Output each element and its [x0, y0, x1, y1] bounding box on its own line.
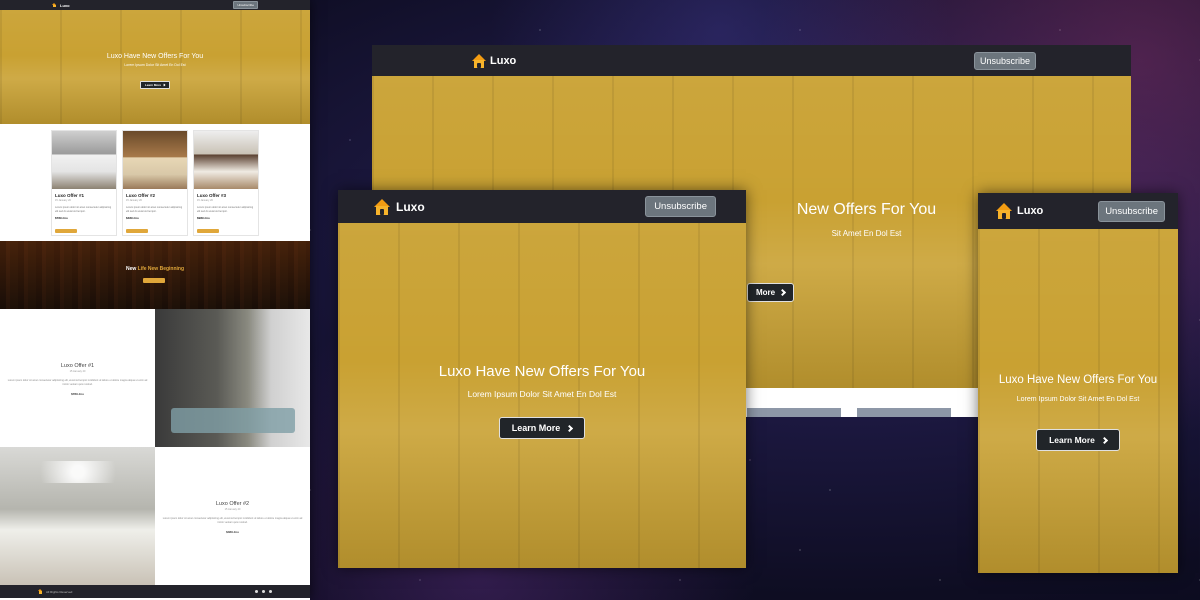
tablet-learn-more-label: Learn More — [511, 423, 561, 433]
footer-social-links — [255, 590, 272, 593]
desktop-navbar: Luxo Unsubscribe — [372, 45, 1131, 76]
offer-title: Luxo Offer #1 — [55, 193, 85, 198]
desktop-brand[interactable]: Luxo — [472, 53, 517, 68]
feature-price: $489 /mo — [226, 529, 239, 534]
feature-text: Luxo Offer #1 15 January 20 Lorem ipsum … — [0, 309, 155, 447]
mobile-learn-more-button[interactable]: Learn More — [1036, 429, 1120, 451]
feature-date: 15 January 20 — [224, 508, 241, 511]
offer-desc: Lorem ipsum dolor sit amet consectetur a… — [126, 206, 183, 213]
mobile-unsubscribe-button[interactable]: Unsubscribe — [1098, 200, 1165, 222]
fp-hero: Luxo Have New Offers For You Lorem Ipsum… — [0, 10, 310, 124]
tablet-learn-more-button[interactable]: Learn More — [498, 417, 586, 439]
offer-card: Luxo Offer #2 15 January 20 Lorem ipsum … — [122, 130, 188, 236]
banner-title-pre: New — [125, 266, 137, 272]
offer-date: 15 January 20 — [55, 199, 71, 202]
feature-price: $789 /mo — [71, 391, 84, 396]
fp-offer-cards: Luxo Offer #1 15 January 20 Lorem ipsum … — [0, 124, 310, 241]
desktop-card-peek — [747, 408, 841, 417]
feature-desc: Lorem ipsum dolor sit amet consectetur a… — [162, 517, 303, 524]
mobile-hero-title: Luxo Have New Offers For You — [998, 374, 1158, 386]
feature-desc: Lorem ipsum dolor sit amet consectetur a… — [7, 379, 148, 386]
mobile-brand-name: Luxo — [1017, 205, 1044, 217]
feature-title: Luxo Offer #1 — [60, 363, 95, 369]
chevron-right-icon — [1100, 436, 1108, 444]
footer-copyright: All Rights Reserved — [46, 589, 73, 594]
fp-learn-more-button[interactable]: Learn More — [139, 81, 171, 89]
social-icon[interactable] — [255, 590, 258, 593]
fp-hero-title: Luxo Have New Offers For You — [106, 53, 204, 60]
fp-feature-row-1: Luxo Offer #1 15 January 20 Lorem ipsum … — [0, 309, 310, 447]
social-icon[interactable] — [269, 590, 272, 593]
house-logo-icon — [996, 203, 1012, 219]
desktop-unsubscribe-button[interactable]: Unsubscribe — [973, 51, 1036, 70]
offer-date: 15 January 20 — [126, 199, 142, 202]
mobile-navbar: Luxo Unsubscribe — [978, 193, 1178, 229]
tablet-unsubscribe-button[interactable]: Unsubscribe — [645, 196, 716, 217]
banner-button[interactable] — [143, 278, 165, 283]
book-now-button[interactable] — [126, 229, 148, 233]
offer-desc: Lorem ipsum dolor sit amet consectetur a… — [197, 206, 254, 213]
banner-title-accent: Life New — [137, 266, 159, 272]
offer-image — [123, 131, 187, 189]
tablet-hero-subtitle: Lorem Ipsum Dolor Sit Amet En Dol Est — [467, 389, 617, 399]
offer-title: Luxo Offer #2 — [126, 193, 156, 198]
house-logo-icon — [38, 589, 43, 594]
offer-price: $489 /mo — [126, 216, 139, 220]
tablet-hero-title: Luxo Have New Offers For You — [438, 363, 646, 380]
chevron-right-icon — [779, 288, 787, 297]
offer-price: $789 /mo — [55, 216, 68, 220]
house-logo-icon — [374, 198, 390, 215]
mobile-hero: Luxo Have New Offers For You Lorem Ipsum… — [978, 229, 1178, 573]
fp-forest-banner: New Life New Beginning — [0, 241, 310, 309]
offer-desc: Lorem ipsum dolor sit amet consectetur a… — [55, 206, 112, 213]
offer-card: Luxo Offer #3 15 January 20 Lorem ipsum … — [193, 130, 259, 236]
book-now-button[interactable] — [55, 229, 77, 233]
mobile-preview: Luxo Unsubscribe Luxo Have New Offers Fo… — [978, 193, 1178, 573]
desktop-brand-name: Luxo — [490, 54, 517, 67]
book-now-button[interactable] — [197, 229, 219, 233]
banner-title: New Life New Beginning — [0, 266, 310, 272]
tablet-preview: Luxo Unsubscribe Luxo Have New Offers Fo… — [338, 190, 746, 568]
fp-learn-more-label: Learn More — [144, 83, 162, 87]
feature-text: Luxo Offer #2 15 January 20 Lorem ipsum … — [155, 447, 310, 585]
offer-image — [194, 131, 258, 189]
feature-date: 15 January 20 — [69, 370, 86, 373]
fp-hero-subtitle: Lorem Ipsum Dolor Sit Amet En Dol Est — [124, 63, 186, 67]
fp-footer: All Rights Reserved — [0, 585, 310, 598]
banner-title-post: Beginning — [159, 266, 185, 272]
offer-title: Luxo Offer #3 — [197, 193, 227, 198]
feature-image-bedroom — [0, 447, 155, 585]
desktop-learn-more-label: More — [756, 288, 776, 297]
desktop-card-peek — [857, 408, 951, 417]
fp-navbar: Luxo Unsubscribe — [0, 0, 310, 10]
offer-card: Luxo Offer #1 15 January 20 Lorem ipsum … — [51, 130, 117, 236]
chevron-right-icon — [162, 83, 166, 87]
tablet-hero: Luxo Have New Offers For You Lorem Ipsum… — [338, 223, 746, 568]
house-logo-icon — [472, 53, 486, 68]
fp-brand-name: Luxo — [60, 2, 70, 8]
desktop-learn-more-button[interactable]: More — [747, 283, 795, 302]
offer-date: 15 January 20 — [197, 199, 213, 202]
fp-unsubscribe-button[interactable]: Unsubscribe — [233, 1, 258, 9]
full-page-preview: Luxo Unsubscribe Luxo Have New Offers Fo… — [0, 0, 310, 600]
feature-title: Luxo Offer #2 — [215, 501, 250, 507]
tablet-brand[interactable]: Luxo — [374, 198, 425, 215]
chevron-right-icon — [566, 424, 574, 432]
house-logo-icon — [52, 2, 57, 8]
offer-price: $989 /mo — [197, 216, 210, 220]
offer-image — [52, 131, 116, 189]
tablet-navbar: Luxo Unsubscribe — [338, 190, 746, 223]
mobile-brand[interactable]: Luxo — [996, 203, 1043, 219]
feature-image-living — [155, 309, 310, 447]
social-icon[interactable] — [262, 590, 265, 593]
fp-brand[interactable]: Luxo — [52, 2, 70, 8]
tablet-brand-name: Luxo — [396, 199, 425, 214]
mobile-hero-subtitle: Lorem Ipsum Dolor Sit Amet En Dol Est — [1016, 396, 1140, 403]
mobile-learn-more-label: Learn More — [1049, 435, 1095, 445]
fp-feature-row-2: Luxo Offer #2 15 January 20 Lorem ipsum … — [0, 447, 310, 585]
